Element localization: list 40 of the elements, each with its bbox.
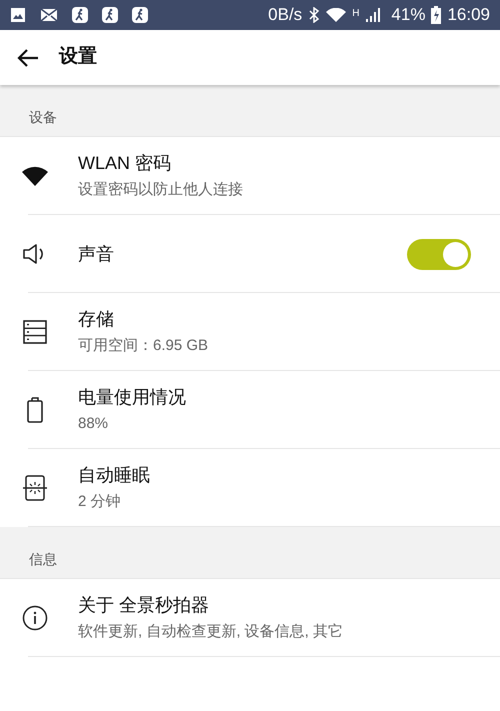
row-title: WLAN 密码 <box>78 152 172 176</box>
settings-row[interactable]: 关于 全景秒拍器 软件更新, 自动检查更新, 设备信息, 其它 <box>0 579 500 657</box>
row-title: 电量使用情况 <box>78 386 186 410</box>
picture-notification-icon <box>10 7 26 23</box>
sleep-screen-icon <box>23 474 47 502</box>
wifi-icon <box>22 166 48 186</box>
toggle-switch[interactable] <box>407 238 471 270</box>
back-arrow-icon <box>17 48 39 66</box>
section-header: 信息 <box>29 550 57 569</box>
bluetooth-icon <box>308 7 320 23</box>
wifi-icon <box>326 8 346 22</box>
mail-icon <box>40 8 58 22</box>
runner-icon <box>132 7 148 23</box>
network-speed: 0B/s <box>268 4 302 26</box>
row-title: 存储 <box>78 308 115 332</box>
row-subtitle: 2 分钟 <box>78 492 122 512</box>
runner-icon <box>72 7 88 23</box>
settings-row[interactable]: 自动睡眠 2 分钟 <box>0 449 500 527</box>
row-subtitle: 88% <box>78 414 110 434</box>
row-subtitle: 软件更新, 自动检查更新, 设备信息, 其它 <box>78 622 344 642</box>
settings-row[interactable]: 电量使用情况 88% <box>0 371 500 449</box>
settings-row[interactable]: 存储 可用空间：6.95 GB <box>0 293 500 371</box>
row-title: 声音 <box>78 242 114 266</box>
page-title: 设置 <box>59 45 97 70</box>
runner-icon <box>102 7 118 23</box>
clock: 16:09 <box>447 4 490 26</box>
settings-row[interactable]: 声音 <box>0 215 500 293</box>
info-icon <box>22 605 48 631</box>
row-subtitle: 设置密码以防止他人连接 <box>78 180 243 200</box>
row-subtitle: 可用空间：6.95 GB <box>78 336 208 356</box>
battery-icon <box>27 397 43 423</box>
charging-battery-icon <box>431 6 442 24</box>
network-type: H <box>352 7 360 22</box>
battery-percent: 41% <box>391 4 426 26</box>
section-header: 设备 <box>29 108 57 127</box>
settings-row[interactable]: WLAN 密码 设置密码以防止他人连接 <box>0 137 500 215</box>
signal-icon <box>365 7 382 23</box>
storage-icon <box>23 320 47 344</box>
row-title: 关于 全景秒拍器 <box>78 594 210 618</box>
row-title: 自动睡眠 <box>78 464 150 488</box>
